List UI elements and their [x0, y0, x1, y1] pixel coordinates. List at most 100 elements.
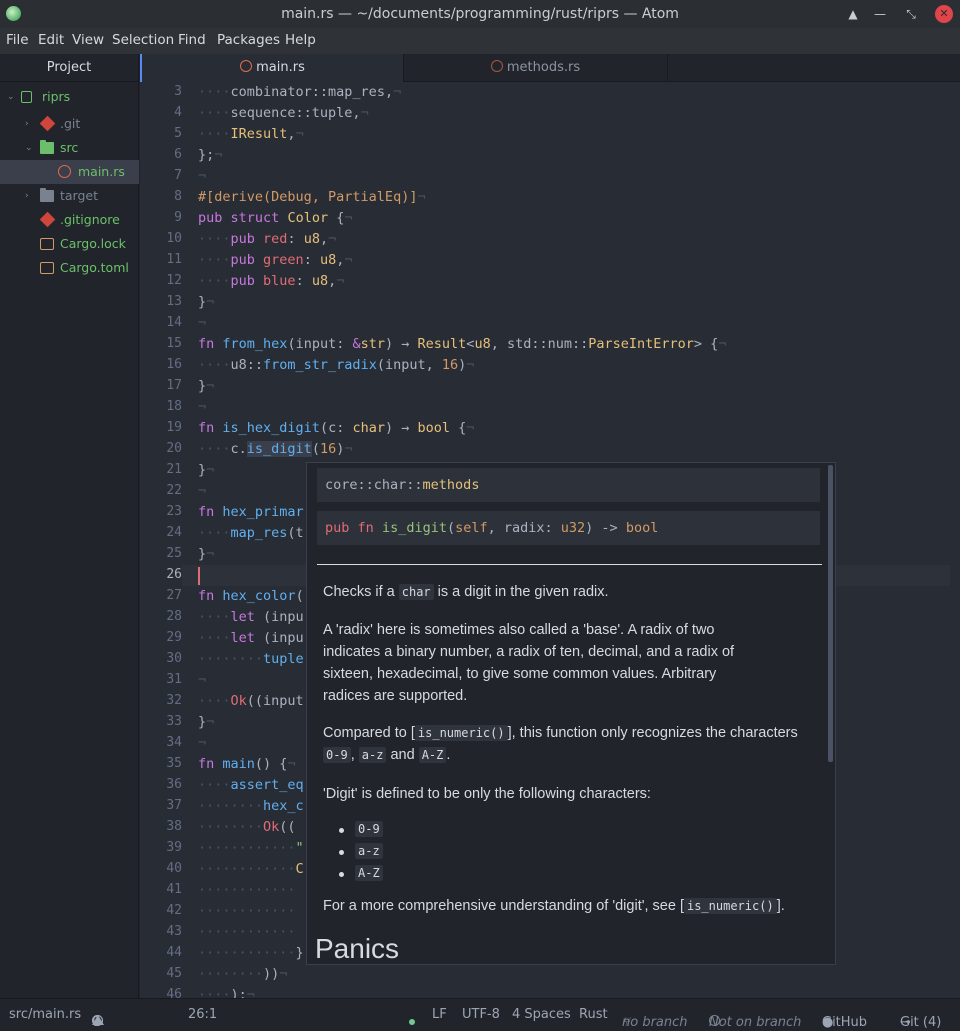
tree-item-git[interactable]: › .git	[0, 112, 139, 136]
line-number: 4	[174, 105, 182, 120]
code-line: fn from_hex(input: &str) → Result<u8, st…	[198, 336, 727, 352]
cursor-position[interactable]: 26:1	[188, 1007, 217, 1022]
line-number: 15	[166, 336, 182, 351]
menu-edit[interactable]: Edit	[38, 32, 64, 48]
tree-item-riprs[interactable]: ⌄ riprs	[0, 85, 139, 109]
keep-above-icon[interactable]: ▲	[844, 5, 862, 23]
file-encoding[interactable]: UTF-8	[462, 1007, 500, 1022]
line-number: 29	[166, 630, 182, 645]
sig-params: , radix:	[487, 520, 561, 536]
code-line: ············}	[198, 945, 304, 961]
code-line: ¬	[198, 168, 207, 184]
code-line: }¬	[198, 294, 215, 310]
tree-item-cargo-lock[interactable]: Cargo.lock	[0, 232, 139, 256]
line-number: 16	[166, 357, 182, 372]
code-line: ············	[198, 882, 296, 898]
doc-paragraph: Compared to [is_numeric()], this functio…	[323, 725, 798, 763]
hover-documentation-popup[interactable]: core::char::methods pub fn is_digit(self…	[306, 462, 836, 965]
window-title: main.rs — ~/documents/programming/rust/r…	[281, 6, 679, 22]
line-number: 7	[174, 168, 182, 183]
code-line: }¬	[198, 546, 215, 562]
inline-code: A-Z	[418, 747, 447, 763]
menu-view[interactable]: View	[72, 32, 104, 48]
code-line: ········tuple	[198, 651, 304, 667]
rust-file-icon	[58, 165, 71, 178]
status-file-path[interactable]: src/main.rs	[9, 1007, 81, 1022]
popup-scrollbar[interactable]	[828, 465, 833, 762]
list-bullet	[339, 828, 344, 833]
line-number: 46	[166, 987, 182, 998]
line-number: 39	[166, 840, 182, 855]
tree-item-label: src	[60, 140, 79, 155]
line-number: 18	[166, 399, 182, 414]
tree-item-cargo-toml[interactable]: Cargo.toml	[0, 256, 139, 280]
tab-main-rs[interactable]: main.rs	[140, 54, 403, 82]
line-number-gutter[interactable]: 3 4 5 6 7 8 9 10 11 12 13 14 15 16 17 18 19 20 21 22 23 24 25 2…	[140, 82, 182, 998]
line-number: 5	[174, 126, 182, 141]
code-line: }¬	[198, 462, 215, 478]
sig-self: self	[455, 520, 488, 536]
line-number: 17	[166, 378, 182, 393]
minimize-button[interactable]: —	[871, 5, 889, 23]
code-line: ····pub red: u8,¬	[198, 231, 337, 247]
inline-code: a-z	[358, 747, 387, 763]
line-number: 36	[166, 777, 182, 792]
folder-icon	[40, 188, 54, 202]
line-number: 21	[166, 462, 182, 477]
repo-icon	[21, 91, 32, 103]
code-line: }¬	[198, 714, 215, 730]
path-name: methods	[422, 477, 480, 493]
sig-type: u32	[560, 520, 586, 536]
list-item: 0-9	[355, 821, 383, 837]
tree-item-label: main.rs	[78, 164, 125, 179]
code-line: }¬	[198, 378, 215, 394]
code-line: ¬	[198, 315, 207, 331]
menu-file[interactable]: File	[6, 32, 29, 48]
menu-find[interactable]: Find	[178, 32, 206, 48]
tree-item-src[interactable]: ⌄ src	[0, 136, 139, 160]
menu-selection[interactable]: Selection	[112, 32, 174, 48]
line-number: 32	[166, 693, 182, 708]
line-number: 27	[166, 588, 182, 603]
line-number: 26	[166, 567, 182, 582]
tab-methods-rs[interactable]: methods.rs	[403, 54, 668, 82]
project-panel-title[interactable]: Project	[0, 54, 138, 82]
code-line: ········hex_c	[198, 798, 304, 814]
line-ending[interactable]: LF	[432, 1007, 447, 1022]
line-number: 43	[166, 924, 182, 939]
line-number: 8	[174, 189, 182, 204]
list-bullet	[339, 872, 344, 877]
close-button[interactable]: ✕	[935, 5, 953, 23]
sig-paren: (	[446, 520, 456, 536]
restore-button[interactable]: ⤡	[902, 5, 920, 23]
code-line: ····sequence::tuple,¬	[198, 105, 369, 121]
line-number: 28	[166, 609, 182, 624]
code-line: ········Ok((	[198, 819, 296, 835]
indentation[interactable]: 4 Spaces	[512, 1007, 571, 1022]
line-number: 30	[166, 651, 182, 666]
menu-help[interactable]: Help	[285, 32, 316, 48]
inline-code-link[interactable]: is_numeric()	[414, 725, 508, 741]
list-bullet	[339, 850, 344, 855]
line-number: 31	[166, 672, 182, 687]
line-number: 20	[166, 441, 182, 456]
tree-item-label: target	[60, 188, 99, 203]
package-icon	[40, 238, 54, 250]
code-line: ¬	[198, 735, 207, 751]
tree-item-main-rs[interactable]: main.rs	[0, 160, 139, 184]
git-icon	[39, 211, 56, 228]
menu-packages[interactable]: Packages	[217, 32, 280, 48]
sig-return: bool	[625, 520, 659, 536]
tree-item-gitignore[interactable]: .gitignore	[0, 208, 139, 232]
grammar-selector[interactable]: Rust	[579, 1007, 608, 1022]
line-number: 23	[166, 504, 182, 519]
sig-arrow: ) ->	[585, 520, 626, 536]
status-bar: src/main.rs 0 0 0 26:1 LF UTF-8 4 Spaces…	[0, 998, 960, 1031]
line-number: 45	[166, 966, 182, 981]
code-line: #[derive(Debug, PartialEq)]¬	[198, 189, 426, 205]
code-line: ········))¬	[198, 966, 288, 982]
code-line: ¬	[198, 672, 207, 688]
tree-item-target[interactable]: › target	[0, 184, 139, 208]
inline-code-link[interactable]: is_numeric()	[683, 898, 777, 914]
tab-label: methods.rs	[506, 60, 581, 75]
